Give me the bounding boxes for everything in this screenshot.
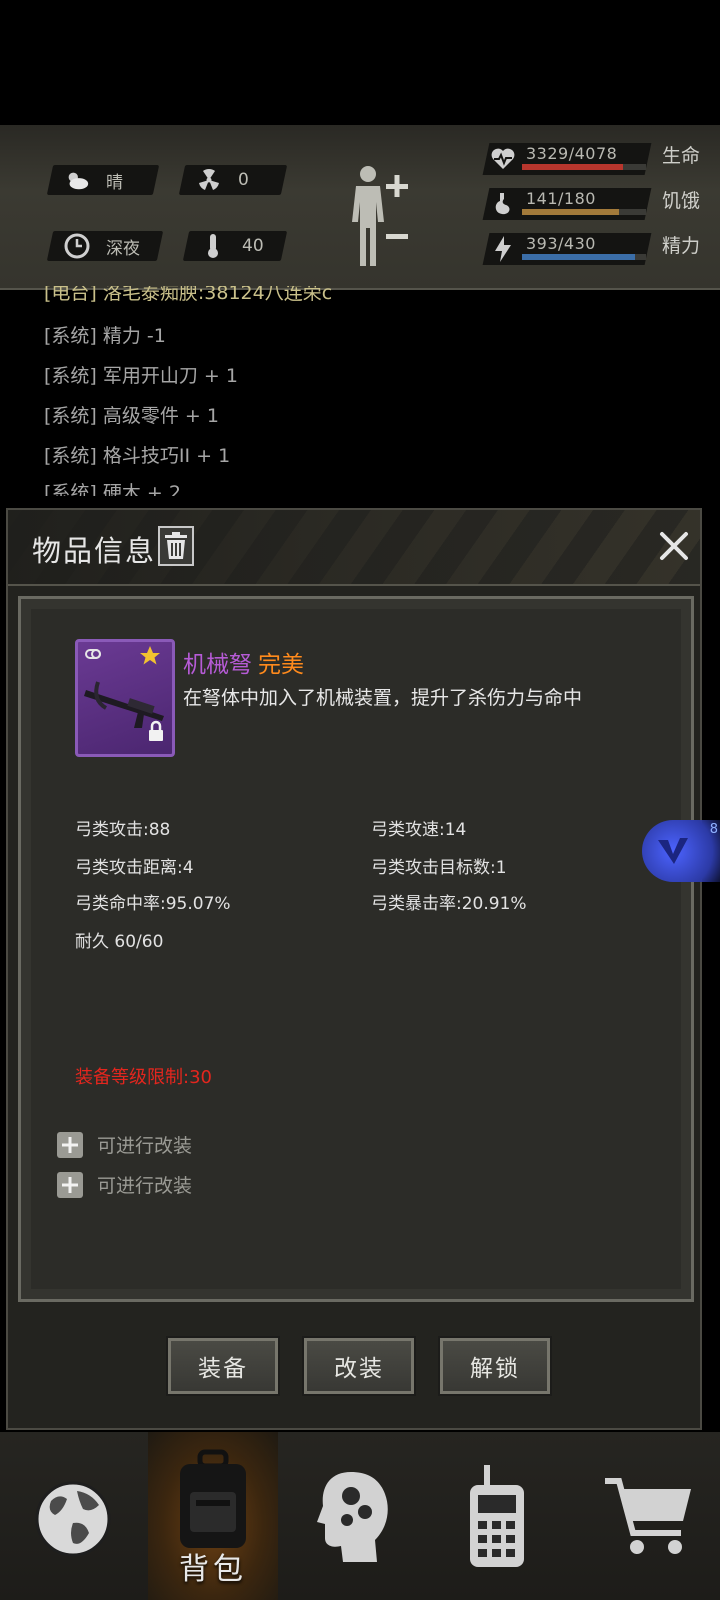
v-logo-icon bbox=[658, 838, 688, 864]
temperature-value: 40 bbox=[242, 236, 264, 256]
body-status-button[interactable] bbox=[348, 162, 418, 272]
radio-icon bbox=[470, 1465, 524, 1567]
mod-slot-label: 可进行改装 bbox=[97, 1175, 193, 1197]
item-name: 机械弩 完美 bbox=[183, 645, 304, 679]
weather-chip: 晴 bbox=[46, 165, 160, 195]
radiation-icon bbox=[196, 167, 222, 193]
log-line: [系统] 高级零件 + 1 bbox=[44, 405, 219, 427]
stat-bow-crit: 弓类暴击率:20.91% bbox=[371, 894, 527, 914]
health-value: 3329/4078 bbox=[526, 144, 618, 163]
time-value: 深夜 bbox=[106, 238, 140, 259]
radiation-chip: 0 bbox=[178, 165, 288, 195]
stat-bow-speed: 弓类攻速:14 bbox=[371, 820, 467, 840]
stat-bow-attack: 弓类攻击:88 bbox=[75, 820, 171, 840]
mod-slot[interactable]: 可进行改装 bbox=[57, 1171, 192, 1198]
stat-bow-accuracy: 弓类命中率:95.07% bbox=[75, 894, 231, 914]
plus-icon bbox=[57, 1131, 83, 1158]
stat-durability: 耐久 60/60 bbox=[75, 932, 164, 952]
world-globe-icon bbox=[35, 1481, 111, 1557]
item-description: 在弩体中加入了机械装置，提升了杀伤力与命中 bbox=[183, 687, 583, 709]
vital-energy: 393/430 精力 bbox=[482, 229, 706, 269]
log-line: [电台] 洛毛泰痴腴:38124八连荣c bbox=[44, 286, 333, 304]
weather-sunny-cloud-icon bbox=[64, 167, 90, 193]
vital-health: 3329/4078 生命 bbox=[482, 139, 706, 179]
backpack-icon bbox=[180, 1449, 246, 1548]
skills-head-icon bbox=[317, 1472, 388, 1562]
equip-button[interactable]: 装备 bbox=[168, 1338, 278, 1394]
radiation-value: 0 bbox=[238, 170, 249, 190]
nav-backpack[interactable]: 背包 bbox=[148, 1432, 278, 1600]
level-requirement: 装备等级限制:30 bbox=[75, 1067, 212, 1088]
floating-assistant-button[interactable]: 8 bbox=[642, 820, 720, 882]
log-line: [系统] 精力 -1 bbox=[44, 325, 166, 347]
log-line: [系统] 格斗技巧II + 1 bbox=[44, 445, 231, 467]
energy-label: 精力 bbox=[662, 235, 701, 257]
lock-icon bbox=[149, 720, 163, 741]
thermometer-icon bbox=[200, 233, 226, 259]
badge-count: 8 bbox=[709, 822, 718, 837]
nav-shop[interactable] bbox=[584, 1432, 714, 1600]
stat-bow-targets: 弓类攻击目标数:1 bbox=[371, 858, 507, 878]
unlock-button[interactable]: 解锁 bbox=[440, 1338, 550, 1394]
status-bar: 晴 0 深夜 40 3329/4078 生命 141/180 饥饿 393/43… bbox=[0, 125, 720, 290]
item-icon-tile[interactable] bbox=[75, 639, 175, 757]
health-label: 生命 bbox=[662, 145, 701, 167]
dialog-header: 物品信息 bbox=[8, 510, 700, 586]
hunger-label: 饥饿 bbox=[662, 190, 701, 212]
close-icon bbox=[660, 532, 688, 560]
vital-hunger: 141/180 饥饿 bbox=[482, 184, 706, 224]
stomach-icon bbox=[490, 190, 516, 218]
clock-icon bbox=[64, 233, 90, 259]
plus-icon bbox=[57, 1171, 83, 1198]
star-icon bbox=[140, 646, 160, 665]
log-line: [系统] 军用开山刀 + 1 bbox=[44, 365, 238, 387]
heart-pulse-icon bbox=[490, 145, 516, 173]
message-log[interactable]: [电台] 洛毛泰痴腴:38124八连荣c [系统] 精力 -1 [系统] 军用开… bbox=[44, 286, 684, 496]
energy-bolt-icon bbox=[490, 235, 516, 263]
human-body-icon bbox=[352, 166, 408, 266]
time-chip: 深夜 bbox=[46, 231, 164, 261]
dialog-title: 物品信息 bbox=[32, 534, 157, 568]
crossbow-icon bbox=[84, 681, 164, 728]
discard-button[interactable] bbox=[158, 526, 194, 566]
item-quality: 完美 bbox=[258, 652, 304, 678]
energy-value: 393/430 bbox=[526, 234, 596, 253]
nav-world[interactable] bbox=[8, 1432, 138, 1600]
stat-bow-range: 弓类攻击距离:4 bbox=[75, 858, 194, 878]
item-detail-panel: 机械弩 完美 在弩体中加入了机械装置，提升了杀伤力与命中 弓类攻击:88 弓类攻击… bbox=[18, 596, 694, 1302]
modify-button[interactable]: 改装 bbox=[304, 1338, 414, 1394]
hunger-value: 141/180 bbox=[526, 189, 596, 208]
weather-value: 晴 bbox=[106, 172, 123, 193]
mod-slot-label: 可进行改装 bbox=[97, 1135, 193, 1157]
shop-cart-icon bbox=[605, 1478, 691, 1554]
nav-skills[interactable] bbox=[290, 1432, 420, 1600]
item-info-dialog: 物品信息 机械弩 完美 在弩体中加入了机械装置，提升了杀伤力与命中 弓类攻击:8… bbox=[6, 508, 702, 1430]
temperature-chip: 40 bbox=[182, 231, 288, 261]
log-line: [系统] 硬木 + 2 bbox=[44, 482, 181, 496]
nav-radio[interactable] bbox=[432, 1432, 562, 1600]
bottom-nav: 背包 bbox=[0, 1432, 720, 1600]
mod-slot[interactable]: 可进行改装 bbox=[57, 1131, 192, 1158]
link-icon bbox=[85, 649, 101, 659]
close-button[interactable] bbox=[652, 524, 696, 568]
trash-icon bbox=[165, 532, 187, 559]
nav-backpack-label: 背包 bbox=[179, 1552, 247, 1587]
item-name-text: 机械弩 bbox=[183, 652, 252, 678]
